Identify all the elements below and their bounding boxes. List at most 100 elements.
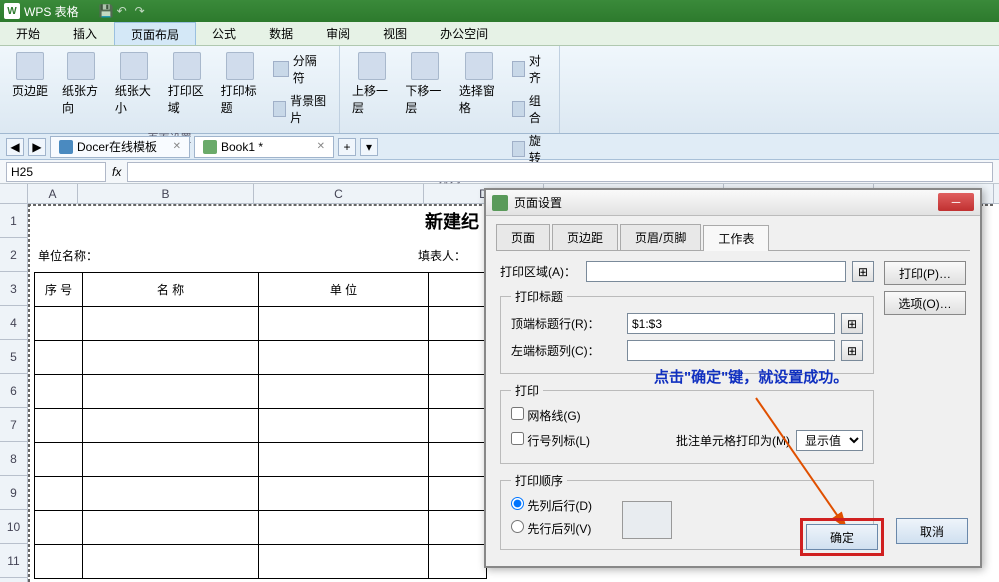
close-icon[interactable]: ✕ xyxy=(173,141,181,152)
col-header[interactable]: A xyxy=(28,184,78,203)
print-area-input[interactable] xyxy=(586,261,846,282)
annotation-text: 点击"确定"键，就设置成功。 xyxy=(654,366,848,387)
ribbon-tabs: 开始 插入 页面布局 公式 数据 审阅 视图 办公空间 xyxy=(0,22,999,46)
doctab-docer[interactable]: Docer在线模板 ✕ xyxy=(50,136,190,158)
dialog-titlebar[interactable]: 页面设置 xyxy=(486,190,980,216)
background-label: 背景图片 xyxy=(290,92,327,126)
table-row xyxy=(35,511,487,545)
fx-icon[interactable]: fx xyxy=(112,165,121,179)
tab-nav-next[interactable]: ▶ xyxy=(28,138,46,156)
breaks-label: 分隔符 xyxy=(293,52,327,86)
dialog-title-text: 页面设置 xyxy=(514,194,562,211)
background-button[interactable]: 背景图片 xyxy=(269,90,331,128)
row-header[interactable]: 4 xyxy=(0,306,27,340)
save-icon[interactable]: 💾 xyxy=(99,4,113,18)
row-header[interactable]: 2 xyxy=(0,238,27,272)
tab-insert[interactable]: 插入 xyxy=(57,22,114,45)
size-button[interactable]: 纸张大小 xyxy=(111,50,158,118)
doctab-label: Book1 * xyxy=(221,140,263,154)
print-button[interactable]: 打印(P)… xyxy=(884,261,966,285)
print-titles-button[interactable]: 打印标题 xyxy=(217,50,264,118)
top-row-input[interactable] xyxy=(627,313,835,334)
tab-add[interactable]: + xyxy=(338,138,356,156)
page-setup-dialog: 页面设置 ─ 页面 页边距 页眉/页脚 工作表 打印区域(A)： ⊞ 打印标题 … xyxy=(484,188,982,568)
formula-input[interactable] xyxy=(127,162,993,182)
gridlines-checkbox[interactable]: 网格线(G) xyxy=(511,407,591,424)
order-down-label: 先列后行(D) xyxy=(527,499,592,513)
selection-pane-button[interactable]: 选择窗格 xyxy=(455,50,502,118)
row-header[interactable]: 5 xyxy=(0,340,27,374)
range-picker-icon[interactable]: ⊞ xyxy=(841,313,863,334)
align-button[interactable]: 对齐 xyxy=(508,50,551,88)
table-header-row: 序 号 名 称 单 位 xyxy=(35,273,487,307)
row-header[interactable]: 9 xyxy=(0,476,27,510)
rowcol-label: 行号列标(L) xyxy=(527,434,590,448)
range-picker-icon[interactable]: ⊞ xyxy=(852,261,874,282)
dtab-page[interactable]: 页面 xyxy=(496,224,550,250)
row-header[interactable]: 8 xyxy=(0,442,27,476)
group-button[interactable]: 组合 xyxy=(508,90,551,128)
orientation-button[interactable]: 纸张方向 xyxy=(58,50,105,118)
sheet-title: 新建纪 xyxy=(28,204,483,238)
unit-label: 单位名称： xyxy=(38,238,98,272)
tab-formulas[interactable]: 公式 xyxy=(196,22,253,45)
print-options-group: 打印 网格线(G) 行号列标(L) 批注单元格打印为(M) 显示值 xyxy=(500,382,874,464)
workbook-icon xyxy=(203,140,217,154)
print-area-button[interactable]: 打印区域 xyxy=(164,50,211,118)
order-over-radio[interactable]: 先行后列(V) xyxy=(511,520,591,537)
cancel-button[interactable]: 取消 xyxy=(896,518,968,544)
name-box[interactable]: H25 xyxy=(6,162,106,182)
breaks-button[interactable]: 分隔符 xyxy=(269,50,331,88)
order-down-radio[interactable]: 先列后行(D) xyxy=(511,497,592,514)
quick-access: 💾 ↶ ↷ xyxy=(99,4,149,18)
col-header[interactable]: C xyxy=(254,184,424,203)
tab-view[interactable]: 视图 xyxy=(367,22,424,45)
undo-icon[interactable]: ↶ xyxy=(117,4,131,18)
rowcol-headings-checkbox[interactable]: 行号列标(L) xyxy=(511,432,591,449)
ok-button[interactable]: 确定 xyxy=(806,524,878,550)
row-header[interactable]: 6 xyxy=(0,374,27,408)
row-header[interactable]: 3 xyxy=(0,272,27,306)
data-table: 序 号 名 称 单 位 xyxy=(34,272,487,579)
bring-forward-button[interactable]: 上移一层 xyxy=(348,50,395,118)
doctab-book1[interactable]: Book1 * ✕ xyxy=(194,136,334,158)
margins-label: 页边距 xyxy=(12,82,48,99)
tab-data[interactable]: 数据 xyxy=(253,22,310,45)
send-backward-button[interactable]: 下移一层 xyxy=(401,50,448,118)
dialog-close-button[interactable]: ─ xyxy=(938,193,974,211)
options-button[interactable]: 选项(O)… xyxy=(884,291,966,315)
margins-button[interactable]: 页边距 xyxy=(8,50,52,101)
table-row xyxy=(35,341,487,375)
select-all-corner[interactable] xyxy=(0,184,28,203)
tab-page-layout[interactable]: 页面布局 xyxy=(114,22,196,45)
left-col-input[interactable] xyxy=(627,340,835,361)
th-seq: 序 号 xyxy=(35,273,83,307)
app-title: WPS 表格 xyxy=(24,3,79,20)
comments-combo[interactable]: 显示值 xyxy=(796,430,863,451)
tab-review[interactable]: 审阅 xyxy=(310,22,367,45)
dtab-margins[interactable]: 页边距 xyxy=(552,224,618,250)
range-picker-icon[interactable]: ⊞ xyxy=(841,340,863,361)
doctab-label: Docer在线模板 xyxy=(77,138,157,155)
order-legend: 打印顺序 xyxy=(511,472,567,489)
redo-icon[interactable]: ↷ xyxy=(135,4,149,18)
col-header[interactable]: B xyxy=(78,184,254,203)
tab-nav-prev[interactable]: ◀ xyxy=(6,138,24,156)
top-row-label: 顶端标题行(R)： xyxy=(511,315,621,332)
print-titles-legend: 打印标题 xyxy=(511,288,567,305)
row-header[interactable]: 7 xyxy=(0,408,27,442)
dtab-header-footer[interactable]: 页眉/页脚 xyxy=(620,224,701,250)
row-header[interactable]: 11 xyxy=(0,544,27,578)
table-row xyxy=(35,375,487,409)
print-area-label: 打印区域 xyxy=(168,82,207,116)
close-icon[interactable]: ✕ xyxy=(317,141,325,152)
tab-list[interactable]: ▾ xyxy=(360,138,378,156)
ribbon: 页边距 纸张方向 纸张大小 打印区域 打印标题 分隔符 背景图片 页面设置 上移… xyxy=(0,46,999,134)
dtab-sheet[interactable]: 工作表 xyxy=(703,225,769,251)
row-header[interactable]: 1 xyxy=(0,204,27,238)
tab-home[interactable]: 开始 xyxy=(0,22,57,45)
row-header[interactable]: 10 xyxy=(0,510,27,544)
size-label: 纸张大小 xyxy=(115,82,154,116)
print-titles-group: 打印标题 顶端标题行(R)： ⊞ 左端标题列(C)： ⊞ xyxy=(500,288,874,374)
tab-office[interactable]: 办公空间 xyxy=(424,22,505,45)
